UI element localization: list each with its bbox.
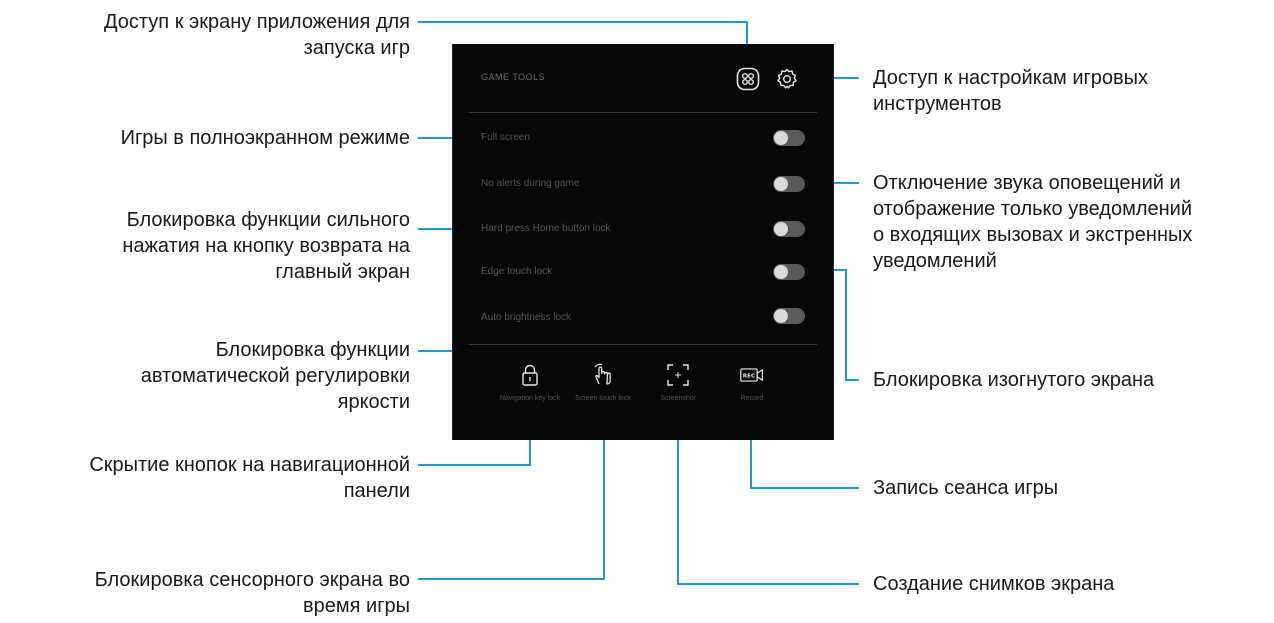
callout-screenshot: Создание снимков экрана bbox=[873, 573, 1115, 595]
row-home-lock-label: Hard press Home button lock bbox=[481, 223, 611, 234]
leader-screenshot bbox=[677, 418, 859, 585]
home-lock-toggle[interactable] bbox=[773, 221, 805, 237]
callout-alerts: Отключение звука оповещений и отображение… bbox=[873, 172, 1193, 272]
bottom-divider bbox=[469, 344, 817, 345]
callout-launcher: Доступ к экрану приложения для запуска иг… bbox=[104, 11, 410, 59]
row-edge-lock-label: Edge touch lock bbox=[481, 266, 553, 277]
gear-icon[interactable] bbox=[775, 67, 799, 91]
header-divider bbox=[469, 112, 817, 113]
callout-home-lock: Блокировка функции сильного нажатия на кн… bbox=[122, 209, 410, 283]
brightness-lock-toggle[interactable] bbox=[773, 308, 805, 324]
row-no-alerts-label: No alerts during game bbox=[481, 178, 580, 189]
leader-touch-lock bbox=[418, 418, 605, 580]
lock-icon[interactable] bbox=[517, 362, 543, 388]
callout-record: Запись сеанса игры bbox=[873, 477, 1059, 499]
screenshot-label: Screenshot bbox=[660, 395, 696, 402]
row-full-screen-label: Full screen bbox=[481, 132, 530, 143]
screenshot-icon[interactable] bbox=[665, 362, 691, 388]
row-brightness-lock-label: Auto brightness lock bbox=[481, 312, 572, 323]
game-tools-panel: GAME TOOLS Full screen No alerts during … bbox=[452, 44, 834, 440]
screen-touch-lock-label: Screen touch lock bbox=[575, 395, 631, 402]
full-screen-toggle[interactable] bbox=[773, 130, 805, 146]
touch-hand-icon[interactable] bbox=[590, 362, 616, 388]
callout-touch-lock: Блокировка сенсорного экрана во время игр… bbox=[94, 569, 410, 617]
edge-lock-toggle[interactable] bbox=[773, 264, 805, 280]
rec-badge: REC bbox=[743, 374, 755, 380]
game-launcher-icon[interactable] bbox=[736, 67, 760, 91]
no-alerts-toggle[interactable] bbox=[773, 176, 805, 192]
panel-title: GAME TOOLS bbox=[481, 72, 546, 82]
callout-edge-lock: Блокировка изогнутого экрана bbox=[873, 369, 1155, 391]
callout-fullscreen: Игры в полноэкранном режиме bbox=[120, 127, 410, 149]
callout-settings: Доступ к настройкам игровых инструментов bbox=[873, 67, 1149, 115]
record-label: Record bbox=[740, 395, 764, 402]
callout-navbar: Скрытие кнопок на навигационной панели bbox=[89, 454, 410, 502]
nav-key-lock-label: Navigation key lock bbox=[499, 395, 561, 402]
rec-camera-icon[interactable]: REC bbox=[739, 362, 765, 388]
callout-brightness: Блокировка функции автоматической регулир… bbox=[140, 339, 410, 413]
